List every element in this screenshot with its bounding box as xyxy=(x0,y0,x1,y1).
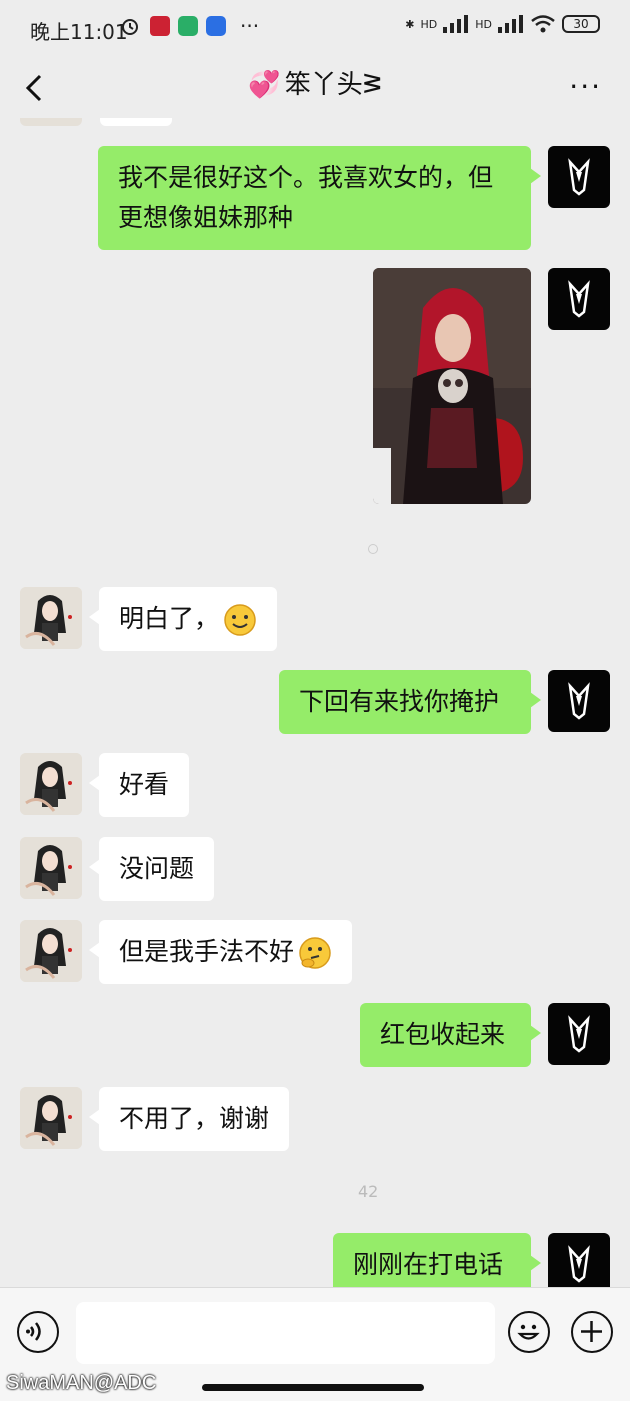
news-app-icon xyxy=(150,16,170,36)
faint-number: 42 xyxy=(358,1182,379,1201)
emoji-icon xyxy=(517,1324,540,1340)
my-avatar[interactable] xyxy=(548,1233,610,1287)
message-bubble-received[interactable]: 明白了， xyxy=(88,587,278,651)
contact-avatar[interactable] xyxy=(20,1087,82,1149)
anime-girl-avatar xyxy=(20,837,82,899)
contact-avatar[interactable] xyxy=(20,753,82,815)
chat-title-text: 笨丫头 xyxy=(284,70,363,100)
previous-bubble-fragment xyxy=(100,118,172,126)
suit-tie-icon xyxy=(568,682,590,720)
anime-girl-avatar xyxy=(20,587,82,649)
suit-tie-icon xyxy=(568,158,590,196)
message-bubble-received[interactable]: 不用了，谢谢 xyxy=(88,1087,290,1151)
signal-hd-label-1: HD xyxy=(420,17,438,31)
voice-input-button[interactable] xyxy=(17,1311,59,1353)
home-indicator[interactable] xyxy=(202,1384,424,1391)
thinking-emoji-icon xyxy=(299,937,331,969)
alarm-icon xyxy=(122,19,138,35)
signal-icon-2 xyxy=(498,15,523,33)
anime-girl-avatar xyxy=(20,753,82,815)
bluetooth-icon: ✱ xyxy=(405,17,415,31)
smile-emoji-icon xyxy=(224,604,256,636)
my-avatar[interactable] xyxy=(548,146,610,208)
message-bubble-sent[interactable]: 下回有来找你掩护 xyxy=(279,670,541,734)
app-notification-icon xyxy=(206,16,226,36)
hearts-icon: 💞 xyxy=(248,70,281,100)
message-bubble-received[interactable]: 但是我手法不好 xyxy=(88,920,353,984)
loading-dot xyxy=(368,544,378,554)
status-time: 晚上11:01 xyxy=(30,20,128,44)
anime-girl-avatar xyxy=(20,1087,82,1149)
suit-tie-icon xyxy=(568,280,590,318)
message-bubble-received[interactable]: 好看 xyxy=(88,753,190,817)
contact-avatar[interactable] xyxy=(20,587,82,649)
plus-icon xyxy=(581,1321,602,1342)
my-avatar[interactable] xyxy=(548,1003,610,1065)
wifi-icon xyxy=(531,15,555,33)
contact-avatar[interactable] xyxy=(20,837,82,899)
signal-icon xyxy=(443,15,469,33)
emoji-button[interactable] xyxy=(508,1311,550,1353)
chat-title: 💞 笨丫头ᕒ xyxy=(0,64,630,101)
message-text: 明白了， xyxy=(119,604,220,633)
more-functions-button[interactable] xyxy=(571,1311,613,1353)
voice-icon xyxy=(26,1322,41,1341)
status-bar: 晚上11:01 ··· ✱ HD HD 30 xyxy=(0,0,630,58)
anime-girl-avatar xyxy=(20,920,82,982)
status-right: ✱ HD HD 30 xyxy=(405,14,600,34)
suit-tie-icon xyxy=(568,1245,590,1283)
contact-avatar[interactable] xyxy=(20,920,82,982)
battery-icon: 30 xyxy=(562,15,600,33)
message-bubble-sent[interactable]: 我不是很好这个。我喜欢女的，但更想像姐妹那种 xyxy=(98,146,541,250)
watermark: SiwaMAN@ADC xyxy=(6,1372,157,1394)
my-avatar[interactable] xyxy=(548,268,610,330)
message-bubble-received[interactable]: 没问题 xyxy=(88,837,215,901)
chat-header: 💞 笨丫头ᕒ ··· xyxy=(0,58,630,118)
message-input[interactable] xyxy=(76,1302,495,1364)
wechat-app-icon xyxy=(178,16,198,36)
photo-red-hair-woman xyxy=(373,268,531,504)
signal-hd-label-2: HD xyxy=(475,17,492,31)
more-options-button[interactable]: ··· xyxy=(569,70,602,103)
previous-avatar-fragment xyxy=(20,118,82,126)
chat-title-suffix: ᕒ xyxy=(362,70,382,100)
sent-photo[interactable] xyxy=(373,268,531,504)
message-bubble-sent[interactable]: 刚刚在打电话 xyxy=(333,1233,541,1287)
more-notifications: ··· xyxy=(240,14,260,38)
message-text: 但是我手法不好 xyxy=(119,937,295,966)
my-avatar[interactable] xyxy=(548,670,610,732)
suit-tie-icon xyxy=(568,1015,590,1053)
message-bubble-sent[interactable]: 红包收起来 xyxy=(360,1003,541,1067)
